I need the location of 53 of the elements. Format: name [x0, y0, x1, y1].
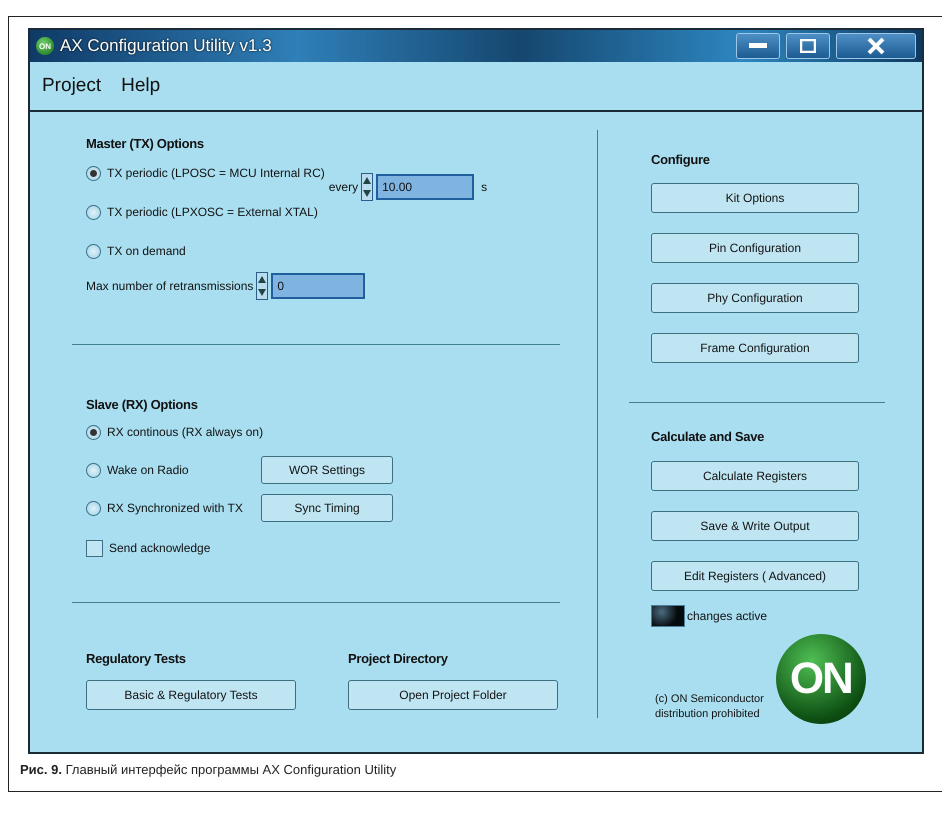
checkbox[interactable]: [86, 540, 103, 556]
interval-field[interactable]: 10.00: [376, 174, 474, 200]
configure-button[interactable]: Pin Configuration: [651, 233, 859, 263]
spinner-arrows-icon[interactable]: [361, 173, 374, 201]
option-label: RX Synchronized with TX: [107, 500, 244, 516]
radio-button[interactable]: [86, 204, 101, 220]
settings-button[interactable]: WOR Settings: [261, 456, 393, 484]
calculate-button[interactable]: Edit Registers ( Advanced): [651, 561, 859, 591]
close-button[interactable]: [836, 33, 916, 59]
section-heading: Slave (RX) Options: [86, 397, 199, 412]
section-heading: Master (TX) Options: [86, 136, 205, 151]
option-label: Wake on Radio: [107, 462, 190, 478]
copyright-text: distribution prohibited: [655, 707, 761, 722]
option-label: RX continous (RX always on): [107, 424, 264, 440]
maximize-button[interactable]: [786, 33, 830, 59]
indicator-label: changes active: [687, 608, 768, 624]
radio-button[interactable]: [86, 500, 101, 516]
section-heading: Configure: [651, 152, 711, 167]
menu-item[interactable]: Help: [121, 75, 160, 97]
close-icon: [867, 37, 885, 55]
option-label: TX on demand: [107, 243, 186, 259]
window-title: AX Configuration Utility v1.3: [60, 36, 273, 56]
configure-button[interactable]: Frame Configuration: [651, 333, 859, 363]
every-label: every: [328, 179, 358, 195]
retransmissions-field[interactable]: 0: [271, 273, 366, 299]
section-heading: Project Directory: [348, 651, 449, 666]
minimize-button[interactable]: [736, 33, 780, 59]
unit-label: s: [481, 179, 488, 195]
configure-button[interactable]: Phy Configuration: [651, 283, 859, 313]
calculate-button[interactable]: Calculate Registers: [651, 461, 859, 491]
settings-button[interactable]: Sync Timing: [261, 494, 393, 522]
action-button[interactable]: Open Project Folder: [348, 680, 558, 710]
option-label: TX periodic (LPOSC = MCU Internal RC): [107, 165, 325, 181]
maximize-icon: [800, 39, 816, 53]
copyright-text: (c) ON Semiconductor: [655, 692, 764, 707]
radio-button[interactable]: [86, 166, 101, 180]
app-icon: ON: [36, 37, 54, 55]
section-heading: Calculate and Save: [651, 429, 766, 444]
spinner-arrows-icon[interactable]: [256, 272, 268, 300]
figure-caption: Рис. 9. Главный интерфейс программы AX Configuration Utility: [20, 762, 396, 777]
radio-button[interactable]: [86, 244, 101, 258]
radio-button[interactable]: [86, 462, 101, 478]
checkbox-label: Send acknowledge: [109, 540, 210, 556]
calculate-button[interactable]: Save & Write Output: [651, 511, 859, 541]
radio-button[interactable]: [86, 424, 101, 440]
section-heading: Regulatory Tests: [86, 651, 187, 666]
option-label: TX periodic (LPXOSC = External XTAL): [107, 204, 318, 220]
retransmissions-label: Max number of retransmissions: [86, 278, 254, 294]
action-button[interactable]: Basic & Regulatory Tests: [86, 680, 296, 710]
configure-button[interactable]: Kit Options: [651, 183, 859, 213]
logo: ON: [776, 634, 866, 724]
menu-item[interactable]: Project: [42, 75, 102, 97]
minimize-icon: [749, 43, 767, 49]
